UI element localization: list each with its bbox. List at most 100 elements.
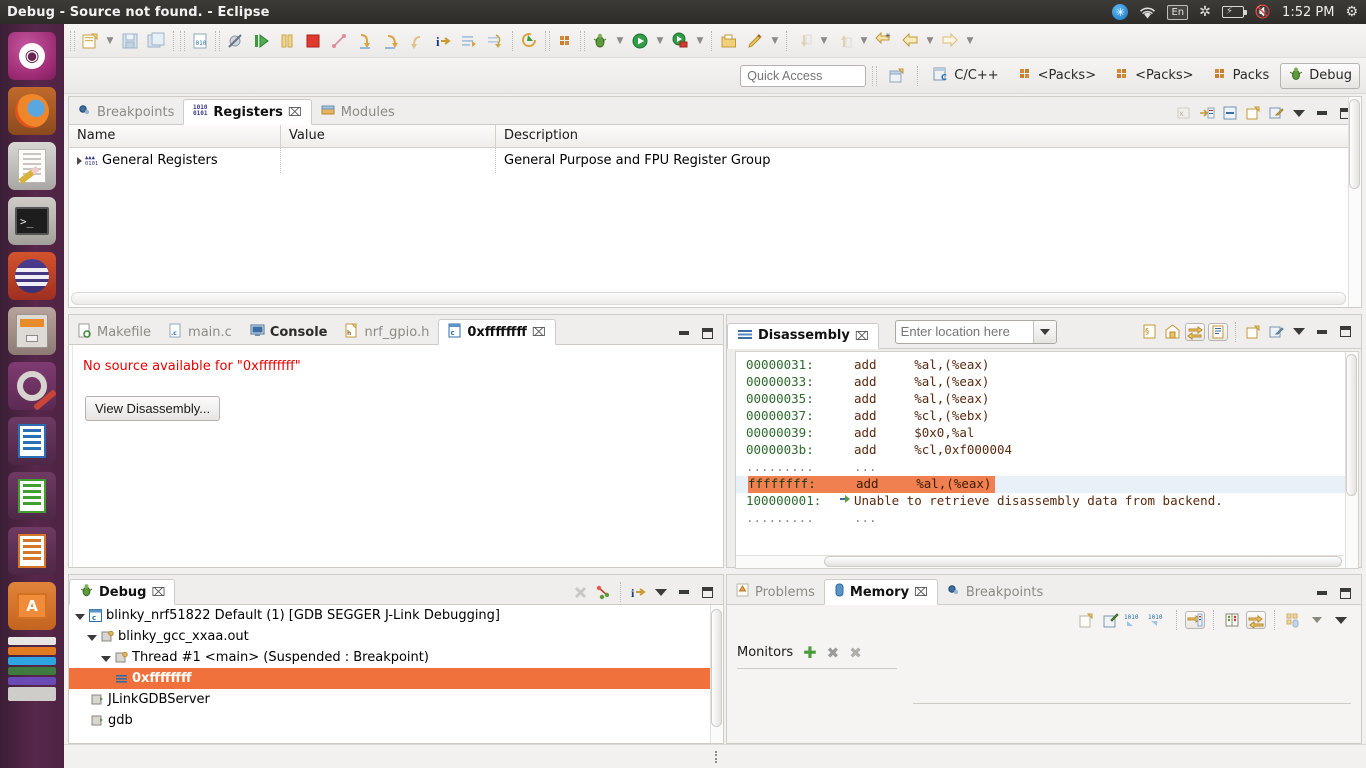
link-panes-icon[interactable] [1185,611,1205,629]
minimize-icon[interactable] [1312,104,1332,122]
list-item[interactable]: Thread #1 <main> (Suspended : Breakpoint… [69,647,723,668]
expand-arrow-icon[interactable] [77,156,82,165]
list-item-selected[interactable]: 0xffffffff [69,668,723,689]
toolbar-grip-3[interactable] [215,30,220,51]
perspective-packs-2[interactable]: <Packs> [1107,63,1200,89]
launcher-stack-5[interactable] [8,677,56,685]
new-view-icon[interactable] [1076,611,1096,629]
registers-vertical-scrollbar[interactable] [1348,97,1361,307]
tab-memory[interactable]: Memory ⌧ [823,579,938,605]
tab-disassembly[interactable]: Disassembly ⌧ [727,322,879,349]
tab-breakpoints[interactable]: Breakpoints [69,99,183,125]
tab-debug[interactable]: Debug ⌧ [69,579,176,605]
column-header-description[interactable]: Description [496,125,1361,147]
tab-problems[interactable]: Problems [727,579,824,605]
keyboard-layout-indicator[interactable]: En [1167,4,1189,20]
debug-bug-icon[interactable] [587,28,613,54]
launcher-stack-4[interactable] [8,667,56,675]
chevron-down-icon-ext[interactable]: ▼ [693,28,707,54]
toolbar-grip-5[interactable] [580,30,585,51]
minimize-icon[interactable] [674,324,694,342]
column-header-value[interactable]: Value [281,125,496,147]
collapse-all-icon[interactable] [1220,104,1240,122]
hex-format-icon[interactable]: x [1174,104,1194,122]
minimize-icon[interactable] [1312,323,1332,341]
step-filters-icon[interactable] [482,28,508,54]
close-icon[interactable]: ⌧ [288,105,302,119]
clock[interactable]: 1:52 PM [1282,5,1334,20]
chevron-down-icon[interactable] [101,656,111,662]
chevron-down-icon-marker[interactable]: ▼ [768,28,782,54]
run-play-icon[interactable] [627,28,653,54]
link-debug-context-icon[interactable] [1185,322,1205,341]
location-combo[interactable] [894,319,1057,344]
launcher-stack-3[interactable] [8,657,56,665]
drop-to-frame-icon[interactable] [456,28,482,54]
binary-file-icon[interactable]: 010 [187,28,213,54]
disassembly-line[interactable]: 00000035: add %al,(%eax) [736,391,1358,408]
open-perspective-icon[interactable] [883,63,909,89]
close-icon[interactable]: ⌧ [151,585,165,599]
show-symbols-icon[interactable] [1162,323,1182,341]
view-menu-icon[interactable] [651,583,671,601]
tab-nrf-gpio-h[interactable]: h nrf_gpio.h [336,319,438,345]
marker-icon[interactable] [742,28,768,54]
maximize-icon[interactable] [697,583,717,601]
launcher-item-system-settings[interactable] [8,362,56,410]
disassembly-vertical-scrollbar[interactable] [1345,352,1358,568]
close-icon[interactable]: ⌧ [532,325,546,339]
disassembly-content[interactable]: 00000031: add %al,(%eax) 00000033: add %… [735,351,1359,569]
step-into-icon[interactable] [352,28,378,54]
chevron-down-icon[interactable] [75,614,85,620]
tab-breakpoints[interactable]: Breakpoints [938,579,1052,605]
launcher-item-libreoffice-impress[interactable] [8,527,56,575]
chevron-down-icon-run[interactable]: ▼ [653,28,667,54]
new-register-group-icon[interactable] [1243,104,1263,122]
launcher-item-libreoffice-writer[interactable] [8,417,56,465]
pin-view-icon[interactable] [1266,323,1286,341]
chevron-down-icon-prev[interactable]: ▼ [857,28,871,54]
chevron-down-icon-next[interactable]: ▼ [817,28,831,54]
tab-modules[interactable]: Modules [312,99,404,125]
battery-icon[interactable]: ⚡ [1221,6,1247,18]
launcher-item-software-updater[interactable] [8,252,56,300]
view-disassembly-button[interactable]: View Disassembly... [85,396,221,421]
new-renderings-icon[interactable] [1283,611,1303,629]
resize-grip[interactable] [715,751,717,763]
remove-icon[interactable]: ✖ [827,644,840,662]
disassembly-line[interactable]: 00000031: add %al,(%eax) [736,357,1358,374]
close-icon[interactable]: ⌧ [914,585,928,599]
perspective-packs-1[interactable]: <Packs> [1010,63,1103,89]
quick-access-input[interactable] [740,64,867,87]
add-icon[interactable]: ✚ [803,643,816,662]
remove-all-terminated-icon[interactable] [570,583,590,601]
step-return-icon[interactable] [404,28,430,54]
external-tools-icon[interactable] [667,28,693,54]
bluetooth-indicator-icon[interactable]: ✲ [1199,4,1211,20]
view-menu-icon[interactable] [1331,611,1351,629]
disassembly-line-current[interactable]: ffffffff: add %al,(%eax) [736,476,1358,503]
disassembly-line[interactable]: 0000003b: add %cl,0xf000004 [736,442,1358,459]
skip-breakpoints-icon[interactable] [222,28,248,54]
tab-console[interactable]: Console [241,319,337,345]
chevron-down-icon-fwd[interactable]: ▼ [963,28,977,54]
chevron-down-icon[interactable] [1032,320,1056,343]
launcher-item-amazon[interactable] [8,637,56,645]
register-value-cell[interactable] [281,148,496,173]
bluetooth-icon[interactable]: ✳ [1112,4,1129,20]
previous-annotation-icon[interactable] [831,28,857,54]
tab-0xffffffff[interactable]: c 0xffffffff ⌧ [438,319,556,345]
chevron-down-icon[interactable] [87,635,97,641]
wifi-icon[interactable] [1139,6,1156,19]
registers-horizontal-scrollbar[interactable] [71,292,1346,305]
remove-all-icon[interactable]: ✖ [849,644,862,662]
perspective-debug[interactable]: Debug [1280,62,1360,89]
minimize-icon[interactable] [1312,584,1332,602]
maximize-icon[interactable] [697,324,717,342]
list-item[interactable]: blinky_gcc_xxaa.out [69,626,723,647]
show-source-icon[interactable]: § [1139,323,1159,341]
launcher-item-ubuntu-software[interactable]: A [8,582,56,630]
save-all-icon[interactable] [143,28,169,54]
tab-main-c[interactable]: .c main.c [160,319,241,345]
launcher-item-libreoffice-calc[interactable] [8,472,56,520]
